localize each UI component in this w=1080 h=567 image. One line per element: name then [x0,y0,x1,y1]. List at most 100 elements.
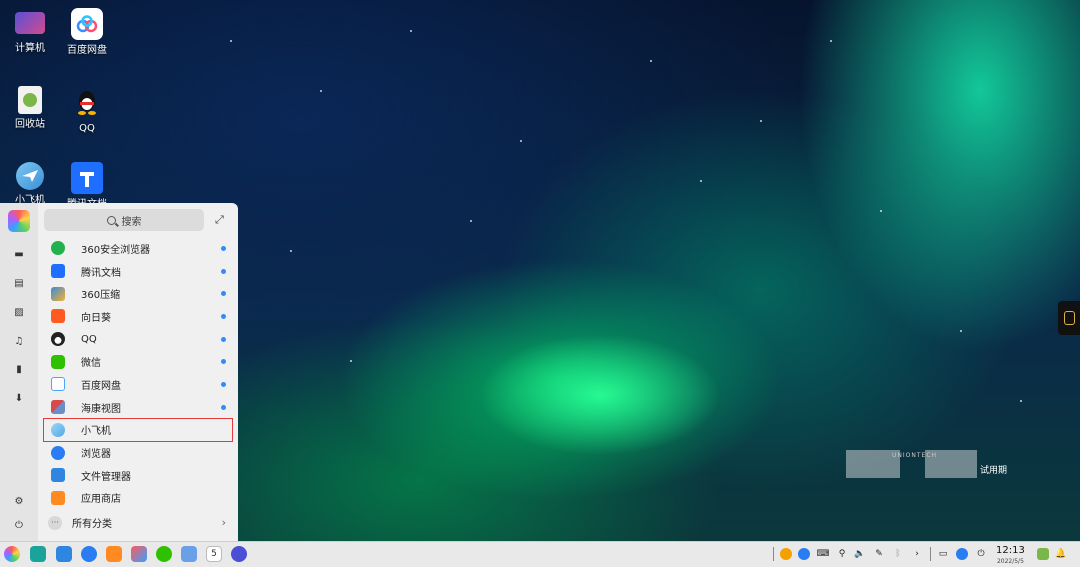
document-viewer-icon[interactable] [181,546,197,562]
app-label: 向日葵 [81,312,111,324]
app-store-bag-icon[interactable] [106,546,122,562]
desktop-icon-paper-plane[interactable]: 小飞机 [0,162,60,207]
sunflower-icon [51,309,65,324]
baidu-netdisk-icon [51,377,65,392]
chevron-right-icon[interactable]: › [911,548,923,560]
launcher-logo-icon[interactable] [8,210,30,232]
fullscreen-expand-icon[interactable]: ⤢ [215,213,224,227]
calendar-icon[interactable]: 5 [206,546,222,562]
assistant-icon[interactable] [1037,548,1049,560]
app-item-360-browser[interactable]: 360安全浏览器 [44,237,234,260]
360-browser-icon [51,241,65,256]
app-item-qq[interactable]: QQ [44,328,234,351]
clock-date: 2022/5/5 [996,558,1024,565]
browser-icon[interactable] [81,546,97,562]
computer-icon[interactable]: ▬ [11,246,27,262]
app-label: 360安全浏览器 [81,244,151,256]
display-icon[interactable]: ▭ [937,548,949,560]
paper-plane-icon [51,422,65,437]
settings-icon[interactable]: ⚙ [11,493,27,509]
volume-icon[interactable]: 🔈 [854,548,866,560]
app-item-sunflower[interactable]: 向日葵 [44,305,234,328]
control-center-icon[interactable] [231,546,247,562]
new-app-indicator [221,336,226,342]
app-label: 海康视图 [81,403,121,415]
app-label: 腾讯文档 [81,267,121,279]
search-input[interactable]: 搜索 [44,209,204,231]
desktop-icon-label: 回收站 [15,119,45,130]
desktop-icon-label: QQ [79,123,95,134]
browser-icon [51,445,65,460]
chevron-right-icon: › [221,516,226,530]
cup-icon [1063,311,1075,325]
desktop-icon-qq[interactable]: QQ [57,86,117,135]
trial-label: 试用期 [980,466,1008,476]
app-item-browser[interactable]: 浏览器 [44,441,234,464]
new-app-indicator [221,291,226,297]
keyboard-icon[interactable]: ⌨ [817,548,830,560]
app-item-baidu-netdisk[interactable]: 百度网盘 [44,373,234,396]
paper-plane-tray-icon[interactable] [798,548,810,560]
music-icon[interactable]: ♫ [11,333,27,349]
baidu-netdisk-icon [71,8,103,40]
new-app-indicator [221,245,226,251]
app-item-tencent-docs[interactable]: 腾讯文档 [44,260,234,283]
wechat-icon [51,354,65,369]
app-item-hikvision[interactable]: 海康视图 [44,396,234,419]
search-placeholder: 搜索 [121,216,142,228]
app-list: 360安全浏览器 腾讯文档 360压缩 向日葵 QQ 微信 百度网盘 海康视图 … [43,237,234,534]
app-item-paper-plane[interactable]: 小飞机 [43,417,233,443]
app-label: 360压缩 [81,290,121,302]
download-icon[interactable]: ⬇ [11,390,27,406]
all-categories-button[interactable]: ··· 所有分类 › [44,511,234,534]
app-label: 微信 [81,358,101,370]
bluetooth-icon[interactable]: ᛒ [892,548,904,560]
notification-bell-icon[interactable]: 🔔 [1055,548,1067,560]
launcher-icon[interactable] [4,546,20,562]
search-icon [106,215,116,225]
paper-plane-icon [16,162,44,190]
desktop-icon-trash[interactable]: 回收站 [0,86,60,131]
app-item-file-manager[interactable]: 文件管理器 [44,464,234,487]
picture-icon[interactable]: ▨ [11,304,27,320]
power-icon[interactable]: ⏻ [975,548,987,560]
hikvision-icon [51,400,65,415]
usb-icon[interactable]: ⚲ [836,548,848,560]
music-icon[interactable] [156,546,172,562]
desktop-icon-computer[interactable]: 计算机 [0,8,60,55]
file-manager-icon [51,468,65,483]
notification-bell-app-icon[interactable] [780,548,792,560]
app-item-360-zip[interactable]: 360压缩 [44,282,234,305]
app-label: 文件管理器 [81,471,131,483]
desktop-icon-baidu-netdisk[interactable]: 百度网盘 [57,8,117,57]
app-label: 百度网盘 [81,380,121,392]
pen-icon[interactable]: ✎ [873,548,885,560]
app-store-icon[interactable] [56,546,72,562]
new-app-indicator [221,404,226,410]
qq-icon [71,86,103,118]
more-dots-icon: ··· [48,515,62,530]
new-app-indicator [221,268,226,274]
multitask-view-icon[interactable] [30,546,46,562]
video-icon[interactable]: ▮ [11,361,27,377]
start-menu: ▬ ▤ ▨ ♫ ▮ ⬇ ⚙ ⏻ 搜索 ⤢ 360安全浏览器 腾讯文档 360压缩 [0,203,238,541]
photos-icon[interactable] [131,546,147,562]
document-icon[interactable]: ▤ [11,275,27,291]
app-store-icon [51,490,65,505]
app-item-app-store[interactable]: 应用商店 [44,487,234,510]
qq-icon [51,332,65,347]
trash-icon [18,86,42,114]
new-app-indicator [221,359,226,365]
app-item-wechat[interactable]: 微信 [44,350,234,373]
360-zip-icon [51,286,65,301]
app-label: 应用商店 [81,494,121,506]
desktop-icon-label: 百度网盘 [67,45,107,56]
power-icon[interactable]: ⏻ [11,517,27,533]
clock-time: 12:13 [996,545,1025,556]
taskbar-separator [773,547,774,561]
tencent-docs-icon [51,264,65,279]
side-drawer-handle[interactable] [1058,301,1080,335]
clock[interactable]: 12:13 2022/5/5 [996,545,1025,567]
start-menu-sidebar: ▬ ▤ ▨ ♫ ▮ ⬇ ⚙ ⏻ [0,203,38,541]
network-icon[interactable] [956,548,968,560]
